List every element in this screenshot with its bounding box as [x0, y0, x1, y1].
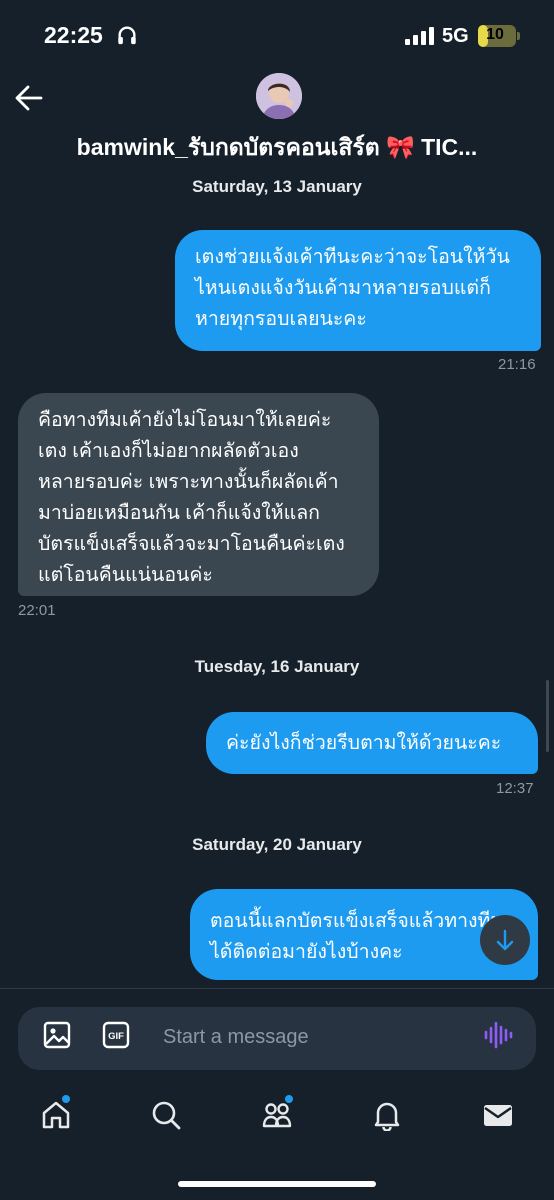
tab-notifications[interactable] [359, 1085, 415, 1145]
search-icon [152, 1101, 181, 1130]
date-separator: Saturday, 13 January [192, 177, 362, 196]
status-time: 22:25 [44, 22, 103, 48]
signal-icon [405, 27, 434, 45]
image-icon[interactable] [42, 1020, 72, 1050]
message-bubble-outgoing[interactable]: ค่ะยังไงก็ช่วยรีบตามให้ด้วยนะคะ [206, 712, 538, 774]
composer-divider [0, 988, 554, 989]
message-input[interactable] [163, 1019, 463, 1055]
message-timestamp: 12:37 [496, 780, 534, 797]
headphone-icon [118, 26, 136, 45]
message-bubble-incoming[interactable]: คือทางทีมเค้ายังไม่โอนมาให้เลยค่ะ เตง เค… [18, 393, 379, 596]
message-timestamp: 22:01 [18, 602, 56, 619]
notifications-icon [374, 1102, 400, 1131]
battery-label: 10 [486, 26, 504, 43]
notification-dot [62, 1095, 70, 1103]
gif-icon[interactable]: GIF [102, 1021, 130, 1049]
scrollbar[interactable] [546, 680, 549, 752]
messages-icon [484, 1105, 512, 1126]
network-label: 5G [442, 25, 469, 47]
communities-icon [262, 1103, 292, 1128]
conversation-title[interactable]: bamwink_รับกดบัตรคอนเสิร์ต 🎀 TIC... [0, 130, 554, 166]
tab-messages[interactable] [470, 1085, 526, 1145]
home-indicator[interactable] [178, 1181, 376, 1187]
status-bar: 22:25 5G 10 [0, 0, 554, 72]
svg-text:GIF: GIF [108, 1031, 124, 1042]
avatar-image [256, 73, 302, 119]
scroll-to-bottom-button[interactable] [480, 915, 530, 965]
date-separator: Tuesday, 16 January [194, 657, 360, 676]
message-timestamp: 21:16 [498, 356, 536, 373]
battery-icon: 10 [478, 25, 516, 47]
bottom-navigation [0, 1085, 554, 1155]
battery-tip [517, 32, 520, 40]
back-arrow-icon[interactable] [14, 84, 44, 112]
avatar[interactable] [256, 73, 302, 119]
tab-communities[interactable] [249, 1085, 305, 1145]
voice-message-icon[interactable] [483, 1020, 513, 1050]
notification-dot [285, 1095, 293, 1103]
message-composer: GIF [18, 1007, 536, 1070]
message-bubble-outgoing[interactable]: เตงช่วยแจ้งเค้าทีนะคะว่าจะโอนให้วัน ไหนเ… [175, 230, 541, 351]
tab-home[interactable] [28, 1085, 84, 1145]
tab-search[interactable] [138, 1085, 194, 1145]
home-icon [42, 1101, 70, 1129]
date-separator: Saturday, 20 January [192, 835, 362, 854]
arrow-down-icon [496, 929, 514, 951]
